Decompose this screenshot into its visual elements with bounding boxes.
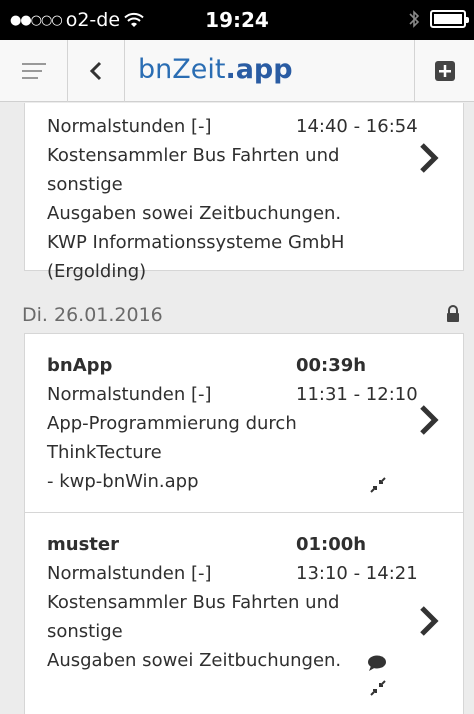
logo-prefix: bnZeit — [138, 54, 226, 85]
entry-description: App-Programmierung durch ThinkTecture - … — [47, 409, 417, 496]
app-logo: bnZeit.app — [138, 54, 293, 85]
description-line: KWP Informationssysteme GmbH — [47, 232, 345, 253]
entry-project: bnApp — [47, 355, 113, 376]
logo-suffix: .app — [225, 54, 293, 85]
menu-button[interactable] — [0, 40, 68, 102]
entry-description: Kostensammler Bus Fahrten und sonstige A… — [47, 588, 392, 675]
description-line: (Ergolding) — [47, 261, 147, 282]
description-line: Kostensammler Bus Fahrten und sonstige — [47, 145, 340, 195]
hamburger-icon — [21, 63, 46, 79]
compress-arrows-icon — [370, 477, 386, 493]
comment-icon[interactable] — [367, 655, 387, 672]
compress-arrows-icon — [370, 680, 386, 696]
battery-icon — [430, 10, 469, 28]
entry-type: Normalstunden [-] — [47, 116, 212, 137]
chevron-right-icon[interactable] — [419, 404, 439, 436]
nav-bar: bnZeit.app — [0, 40, 474, 102]
description-line: - kwp-bnWin.app — [47, 471, 199, 492]
chevron-left-icon — [89, 61, 102, 81]
entry-duration: 01:00h — [296, 534, 367, 555]
entry-time-range: 14:40 - 16:54 — [296, 116, 418, 137]
entry-type: Normalstunden [-] — [47, 563, 212, 584]
entry-list[interactable]: Normalstunden [-] 14:40 - 16:54 Kostensa… — [0, 103, 474, 714]
status-bar: ●●○○○ o2-de 19:24 — [0, 0, 474, 40]
description-line: Kostensammler Bus Fahrten und sonstige — [47, 592, 340, 642]
entry-project: muster — [47, 534, 119, 555]
plus-square-icon — [434, 61, 455, 81]
chevron-right-icon[interactable] — [419, 142, 439, 174]
bluetooth-icon — [409, 10, 420, 28]
entry-description: Kostensammler Bus Fahrten und sonstige A… — [47, 141, 392, 286]
clock: 19:24 — [205, 8, 269, 32]
description-line: Ausgaben sowei Zeitbuchungen. — [47, 203, 342, 224]
lock-icon — [447, 305, 459, 322]
description-line: Ausgaben sowei Zeitbuchungen. — [47, 650, 342, 671]
entry-time-range: 11:31 - 12:10 — [296, 384, 418, 405]
day-header: Di. 26.01.2016 — [22, 304, 163, 326]
entry-time-range: 13:10 - 14:21 — [296, 563, 418, 584]
add-button[interactable] — [414, 40, 474, 102]
entry-card[interactable]: muster 01:00h Normalstunden [-] 13:10 - … — [24, 512, 464, 714]
entry-card[interactable]: bnApp 00:39h Normalstunden [-] 11:31 - 1… — [24, 333, 464, 513]
chevron-right-icon[interactable] — [419, 605, 439, 637]
description-line: App-Programmierung durch ThinkTecture — [47, 413, 297, 463]
entry-duration: 00:39h — [296, 355, 367, 376]
back-button[interactable] — [68, 40, 125, 102]
entry-type: Normalstunden [-] — [47, 384, 212, 405]
entry-card[interactable]: Normalstunden [-] 14:40 - 16:54 Kostensa… — [24, 103, 464, 282]
